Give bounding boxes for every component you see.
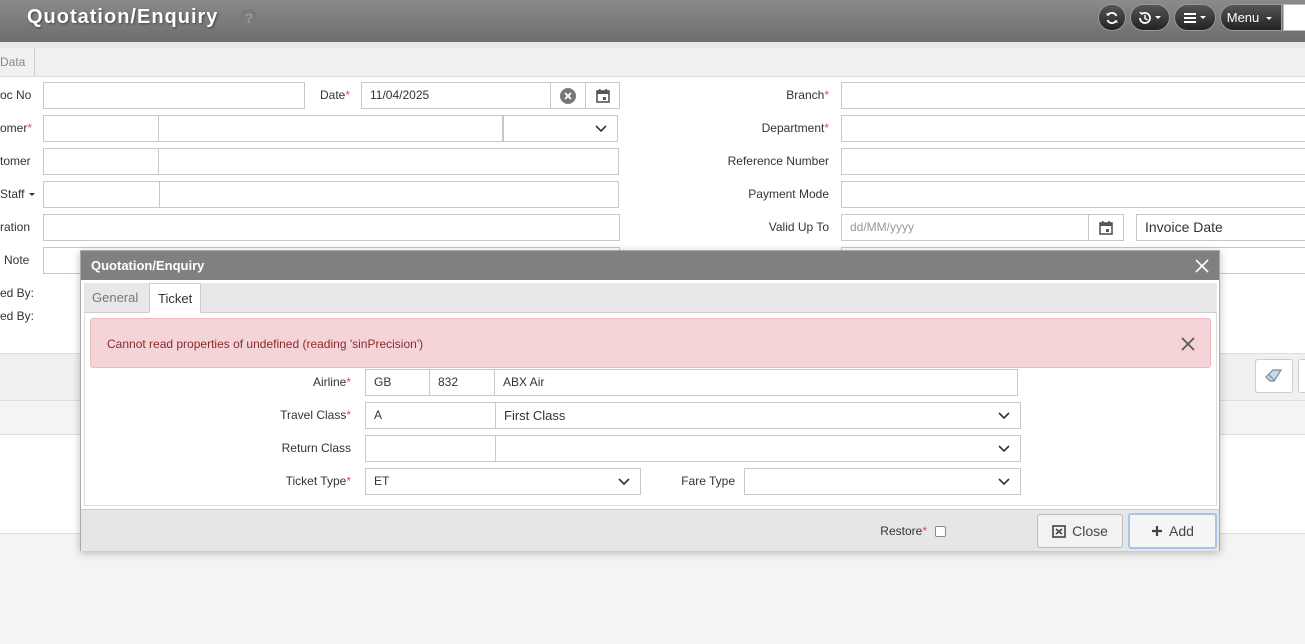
chevron-down-icon	[998, 412, 1010, 420]
close-button[interactable]: Close	[1037, 514, 1123, 548]
travel-class-value: First Class	[504, 408, 566, 423]
refresh-button[interactable]	[1098, 4, 1126, 31]
doc-no-label: oc No	[0, 88, 32, 102]
calendar-icon	[595, 88, 610, 103]
customer-type-select[interactable]	[503, 115, 618, 142]
valid-up-to-label: Valid Up To	[768, 220, 829, 234]
customer2-label: tomer	[0, 154, 31, 168]
chevron-down-icon	[595, 125, 607, 133]
customer2-name-input[interactable]	[158, 148, 619, 175]
narration-label: ration	[0, 220, 31, 234]
tab-data[interactable]: Data	[0, 48, 35, 76]
plus-icon	[1152, 526, 1163, 536]
return-class-label: Return Class	[281, 441, 351, 455]
error-alert: Cannot read properties of undefined (rea…	[90, 318, 1211, 368]
customer2-code-input[interactable]	[43, 148, 159, 175]
travel-class-code-input[interactable]: A	[365, 402, 496, 429]
created-by-label: ed By:	[0, 286, 35, 300]
reference-number-input[interactable]	[841, 148, 1305, 175]
close-icon[interactable]	[1180, 336, 1196, 352]
close-icon[interactable]	[1193, 257, 1211, 275]
clear-button[interactable]	[1255, 359, 1293, 393]
narration-textarea[interactable]	[43, 214, 620, 241]
customer-label: omer*	[0, 121, 33, 135]
staff-code-input[interactable]	[43, 181, 160, 208]
valid-up-to-input[interactable]: dd/MM/yyyy	[841, 214, 1089, 241]
history-icon	[1139, 11, 1161, 24]
return-class-code-input[interactable]	[365, 435, 496, 462]
close-button-label: Close	[1072, 523, 1108, 539]
customer-name-input[interactable]	[158, 115, 503, 142]
staff-name-input[interactable]	[159, 181, 619, 208]
app-header: Quotation/Enquiry ? Menu	[0, 0, 1305, 42]
list-menu-button[interactable]	[1174, 4, 1216, 31]
eraser-icon	[1265, 369, 1283, 382]
chevron-down-icon	[998, 445, 1010, 453]
chevron-down-icon	[998, 478, 1010, 486]
reference-number-label: Reference Number	[727, 154, 829, 168]
header-search-input[interactable]	[1283, 4, 1305, 31]
payment-mode-label: Payment Mode	[748, 187, 829, 201]
close-box-icon	[1052, 524, 1066, 538]
clear-circle-icon	[560, 87, 576, 104]
date-input[interactable]: 11/04/2025	[361, 82, 551, 109]
travel-class-label: Travel Class*	[280, 408, 351, 422]
page-title: Quotation/Enquiry	[27, 6, 219, 28]
menu-button[interactable]: Menu	[1220, 4, 1282, 31]
date-picker-button[interactable]	[585, 82, 620, 109]
tab-general[interactable]: General	[84, 283, 146, 313]
caret-down-icon	[28, 193, 35, 196]
chevron-down-icon	[618, 478, 630, 486]
date-label: Date*	[320, 88, 351, 102]
return-class-select[interactable]	[495, 435, 1021, 462]
error-message: Cannot read properties of undefined (rea…	[107, 337, 424, 351]
doc-no-input[interactable]	[43, 82, 305, 109]
restore-label: Restore*	[880, 524, 927, 538]
modal-tab-bar: General Ticket	[84, 283, 1217, 313]
airline-name-input[interactable]: ABX Air	[494, 369, 1018, 396]
tab-ticket[interactable]: Ticket	[149, 283, 202, 313]
note-label: Note	[4, 253, 30, 267]
staff-label: Staff	[0, 187, 36, 201]
history-button[interactable]	[1130, 4, 1170, 31]
airline-label: Airline*	[312, 375, 351, 389]
caret-down-icon	[1266, 16, 1273, 20]
add-button[interactable]: Add	[1128, 513, 1217, 549]
modal-footer: Restore* Close Add	[81, 509, 1219, 551]
fare-type-select[interactable]	[744, 468, 1021, 495]
secondary-toolbar-button[interactable]	[1298, 359, 1305, 393]
modal-header: Quotation/Enquiry	[81, 251, 1219, 280]
quotation-modal: Quotation/Enquiry General Ticket Cannot …	[80, 250, 1220, 551]
modified-by-label: ed By:	[0, 309, 35, 323]
calendar-icon	[1099, 220, 1113, 235]
branch-input[interactable]	[841, 82, 1305, 109]
ticket-type-label: Ticket Type*	[285, 474, 351, 488]
clear-date-button[interactable]	[550, 82, 586, 109]
ticket-type-select[interactable]: ET	[365, 468, 641, 495]
modal-title: Quotation/Enquiry	[91, 258, 205, 273]
valid-up-to-picker-button[interactable]	[1088, 214, 1124, 241]
background-tab-strip: Data	[0, 48, 1305, 77]
invoice-date-select[interactable]: Invoice Date	[1136, 214, 1305, 241]
add-button-label: Add	[1169, 523, 1194, 539]
travel-class-select[interactable]: First Class	[495, 402, 1021, 429]
airline-code-input[interactable]: GB	[365, 369, 430, 396]
department-label: Department*	[761, 121, 829, 135]
restore-checkbox[interactable]	[935, 526, 946, 537]
department-input[interactable]	[841, 115, 1305, 142]
customer-code-input[interactable]	[43, 115, 159, 142]
refresh-icon	[1106, 11, 1118, 24]
ticket-type-value: ET	[374, 474, 390, 488]
menu-button-label: Menu	[1226, 10, 1260, 25]
branch-label: Branch*	[786, 88, 829, 102]
hamburger-icon	[1184, 12, 1206, 23]
airline-number-input[interactable]: 832	[429, 369, 495, 396]
help-icon[interactable]: ?	[240, 9, 258, 27]
fare-type-label: Fare Type	[681, 474, 735, 488]
payment-mode-input[interactable]	[841, 181, 1305, 208]
